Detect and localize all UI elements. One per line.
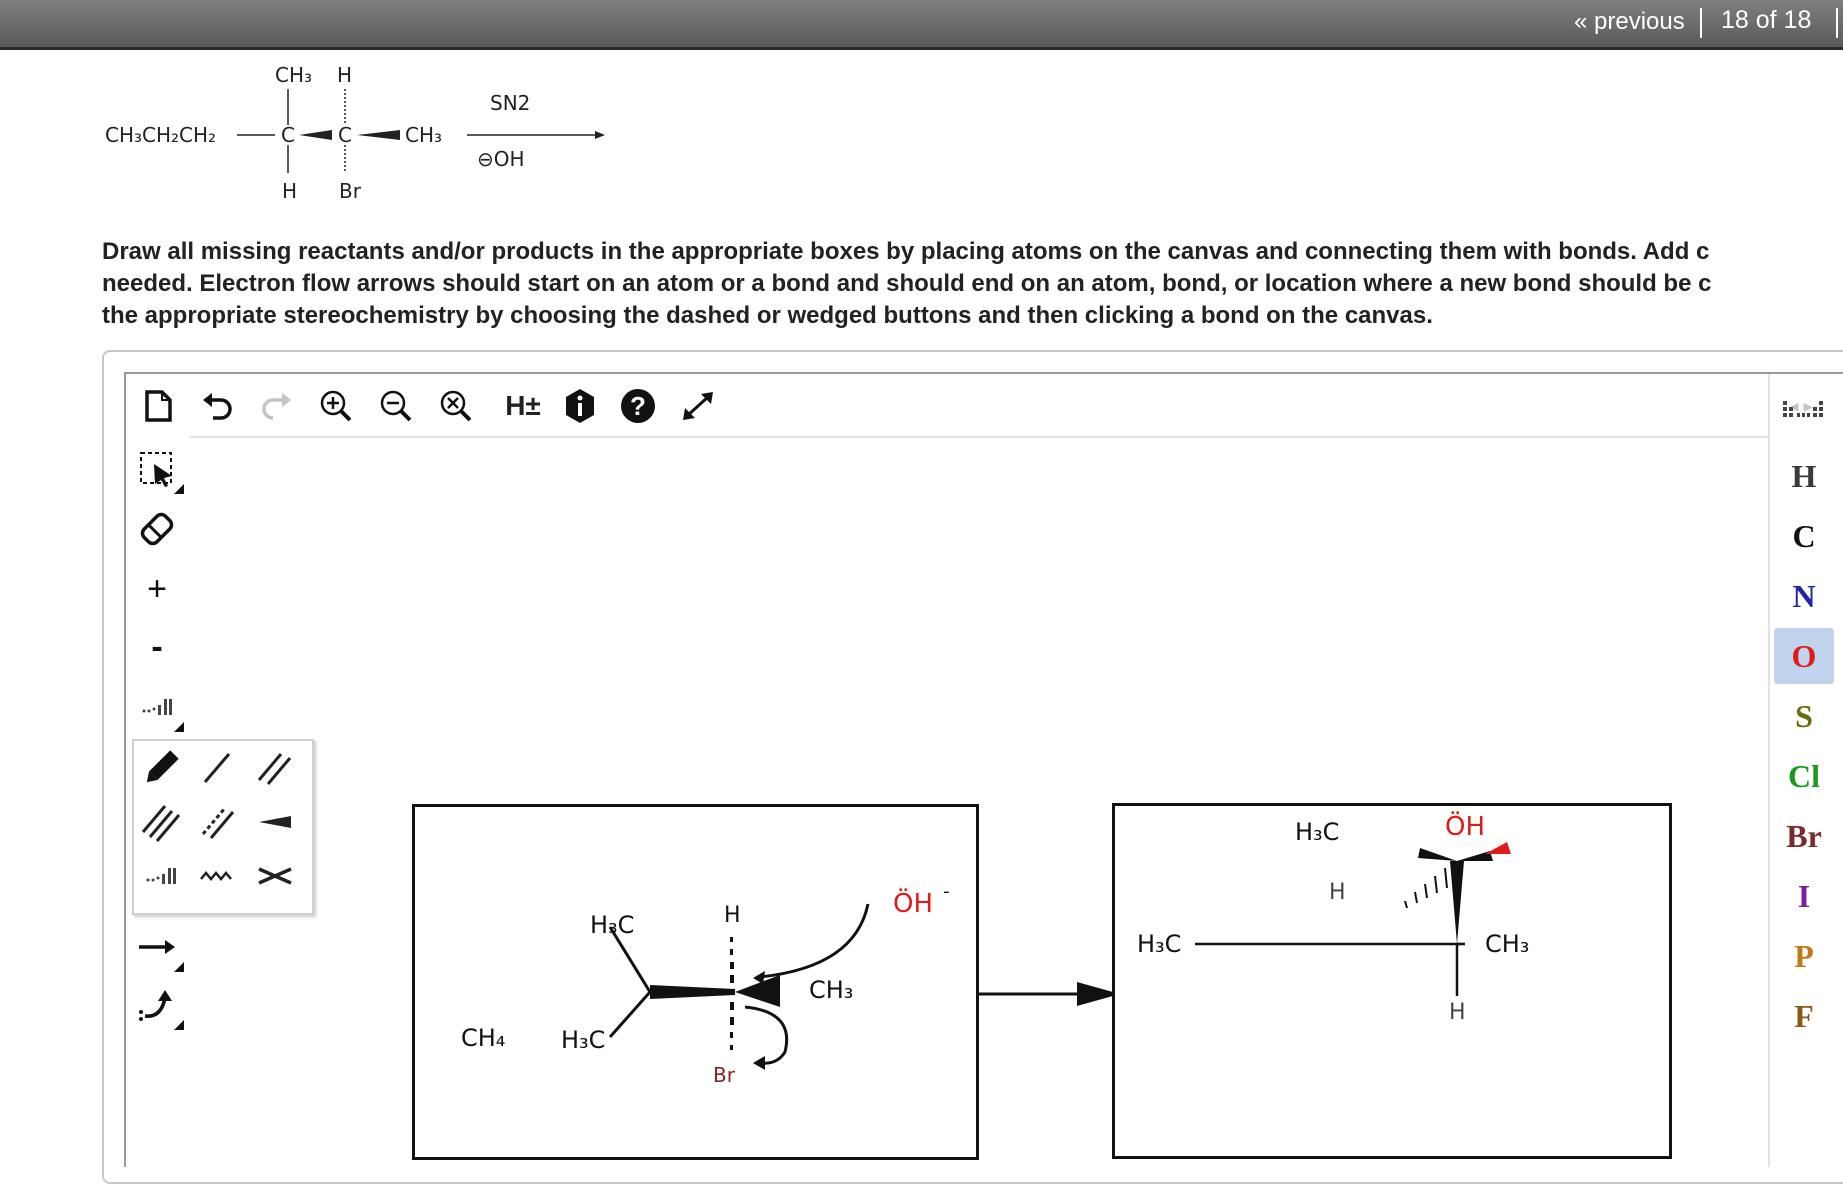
redo-button[interactable] — [254, 386, 298, 426]
methane-label: CH₄ — [461, 1024, 506, 1052]
element-o-button[interactable]: O — [1774, 628, 1834, 684]
instruction-line: Draw all missing reactants and/or produc… — [102, 238, 1710, 265]
instruction-line: needed. Electron flow arrows should star… — [102, 270, 1712, 297]
info-button[interactable] — [558, 386, 602, 426]
info-icon — [566, 389, 594, 423]
element-palette: H C N O S Cl Br I P F — [1768, 374, 1843, 1167]
reaction-arrow[interactable] — [975, 974, 1125, 1014]
product-bonds — [1195, 842, 1511, 996]
top-methyl-label: CH₃ — [275, 63, 313, 87]
hash-bond-icon — [146, 868, 176, 884]
hydroxide-charge: - — [943, 881, 950, 902]
methyl-label: H₃C — [590, 911, 635, 939]
nav-divider — [1700, 8, 1702, 38]
curved-arrow-tool-button[interactable] — [134, 982, 184, 1030]
toggle-hydrogens-button[interactable]: H± — [498, 386, 548, 426]
condition-sn2: SN2 — [490, 91, 531, 115]
hashed-bond-button[interactable] — [136, 853, 186, 899]
zoom-in-icon — [320, 390, 352, 422]
periodic-table-icon — [1783, 401, 1823, 417]
lone-pair-tool-button[interactable] — [134, 684, 184, 732]
product-box[interactable]: H₃C ÖH H H₃C CH₃ H — [1112, 803, 1672, 1159]
zoom-out-button[interactable] — [374, 386, 418, 426]
propyl-chain-label: CH₃CH₂CH₂ — [105, 123, 217, 147]
help-icon: ? — [621, 389, 655, 423]
zoom-reset-icon — [440, 390, 472, 422]
carbon-2-label: C — [338, 123, 352, 147]
top-toolbar: H± ? ◂ ▸ — [126, 374, 1813, 438]
drawing-canvas[interactable]: CH₄ H₃C H₃C H CH₃ ÖH - Br H₃C ÖH H H₃C C… — [190, 436, 1768, 1169]
eraser-tool-button[interactable] — [134, 506, 180, 552]
element-n-button[interactable]: N — [1774, 568, 1834, 624]
electron-dots-icon — [142, 699, 172, 715]
reaction-arrow-tool-button[interactable] — [134, 924, 184, 972]
periodic-table-button[interactable] — [1774, 388, 1834, 432]
select-tool-button[interactable] — [134, 446, 184, 494]
question-position: 18 of 18 — [1721, 6, 1812, 34]
methyl-label: CH₃ — [1485, 930, 1530, 958]
methyl-label: CH₃ — [809, 976, 854, 1004]
document-icon — [145, 390, 172, 422]
increase-charge-button[interactable]: + — [134, 566, 180, 612]
pencil-icon — [146, 750, 179, 783]
previous-link[interactable]: « previous — [1574, 8, 1685, 36]
eraser-icon — [140, 512, 174, 546]
methyl-label: H₃C — [1137, 930, 1182, 958]
element-h-button[interactable]: H — [1774, 448, 1834, 504]
pencil-tool-button[interactable] — [136, 745, 186, 791]
new-document-button[interactable] — [136, 386, 180, 426]
bromine-label: Br — [339, 179, 361, 203]
zoom-reset-button[interactable] — [434, 386, 478, 426]
methyl-label: H₃C — [1295, 818, 1340, 846]
methyl-label: H₃C — [561, 1026, 606, 1054]
instruction-line: the appropriate stereochemistry by choos… — [102, 302, 1433, 329]
hydrogen-label: H — [724, 903, 741, 928]
zoom-out-icon — [380, 390, 412, 422]
bromine-label: Br — [713, 1063, 735, 1087]
zoom-in-button[interactable] — [314, 386, 358, 426]
undo-icon — [203, 393, 232, 420]
element-cl-button[interactable]: Cl — [1774, 748, 1834, 804]
fullscreen-button[interactable] — [676, 386, 720, 426]
top-hydrogen-label: H — [337, 63, 353, 87]
hydrogen-label: H — [1449, 1000, 1466, 1025]
instructions: Draw all missing reactants and/or produc… — [102, 236, 1843, 332]
reactant-box[interactable]: CH₄ H₃C H₃C H CH₃ ÖH - Br — [412, 804, 979, 1160]
help-button[interactable]: ? — [616, 386, 660, 426]
nav-divider — [1836, 8, 1838, 38]
hydroxide-label: ÖH — [893, 889, 934, 919]
svg-text:?: ? — [630, 391, 646, 421]
right-methyl-label: CH₃ — [405, 123, 443, 147]
triple-bond-icon — [141, 805, 181, 842]
expand-icon — [683, 392, 713, 420]
carbon-1-label: C — [281, 123, 295, 147]
molecule-editor: H± ? ◂ ▸ + - CH₄ H₃C H₃C H CH₃ ÖH - Br H… — [124, 372, 1843, 1167]
select-icon — [140, 452, 172, 487]
redo-icon — [262, 393, 291, 420]
bottom-hydrogen-label: H — [282, 179, 298, 203]
reaction-scheme: CH₃CH₂CH₂ CH₃ H C C CH₃ H Br SN2 ⊖OH — [95, 55, 655, 220]
element-p-button[interactable]: P — [1774, 928, 1834, 984]
top-nav-bar: « previous 18 of 18 — [0, 0, 1843, 50]
element-br-button[interactable]: Br — [1774, 808, 1834, 864]
curved-arrow-icon — [139, 990, 172, 1021]
element-f-button[interactable]: F — [1774, 988, 1834, 1044]
element-s-button[interactable]: S — [1774, 688, 1834, 744]
undo-button[interactable] — [196, 386, 240, 426]
decrease-charge-button[interactable]: - — [134, 624, 180, 670]
reactant-bonds — [608, 903, 870, 1070]
condition-hydroxide: ⊖OH — [477, 147, 525, 171]
triple-bond-button[interactable] — [136, 799, 186, 845]
element-c-button[interactable]: C — [1774, 508, 1834, 564]
hydroxyl-label: ÖH — [1445, 812, 1486, 842]
element-i-button[interactable]: I — [1774, 868, 1834, 924]
reaction-arrow-icon — [139, 940, 175, 954]
hydrogen-label: H — [1329, 880, 1346, 905]
